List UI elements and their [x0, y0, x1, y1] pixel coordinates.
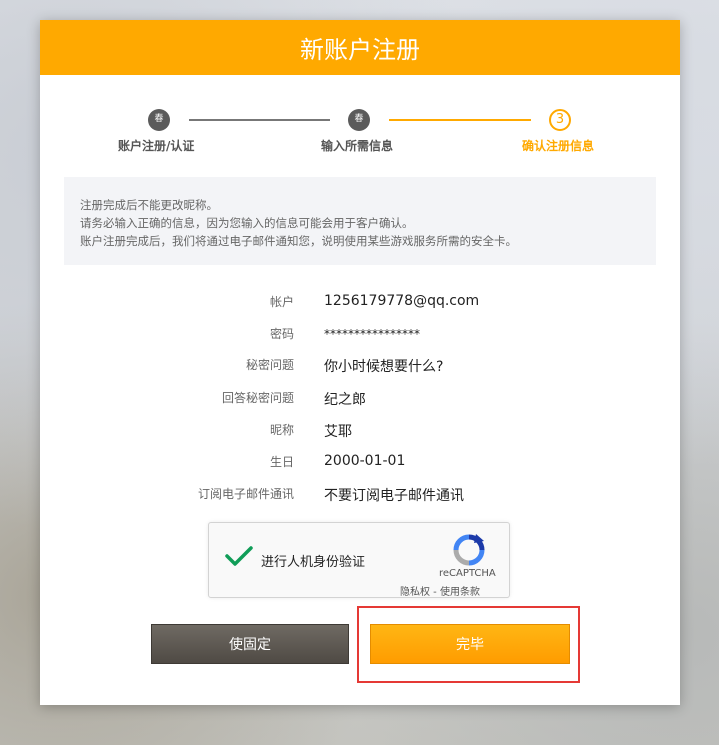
registration-panel: 新账户注册 春 账户注册/认证 春 输入所需信息 3 确认注册信息 注册完成后不…: [40, 20, 680, 705]
notice-line: 账户注册完成后，我们将通过电子邮件通知您，说明使用某些游戏服务所需的安全卡。: [80, 234, 517, 248]
field-row-birthday: 生日 2000-01-01: [40, 453, 680, 477]
step-2-label: 输入所需信息: [321, 139, 394, 153]
notice-line: 请务必输入正确的信息，因为您输入的信息可能会用于客户确认。: [80, 216, 414, 230]
notice-box: 注册完成后不能更改昵称。 请务必输入正确的信息，因为您输入的信息可能会用于客户确…: [64, 177, 656, 265]
step-1-label: 账户注册/认证: [118, 139, 195, 153]
field-row-newsletter: 订阅电子邮件通讯 不要订阅电子邮件通讯: [40, 485, 680, 509]
field-label: 密码: [269, 327, 294, 341]
step-2-checked-icon: 春: [348, 109, 370, 131]
page-title: 新账户注册: [40, 20, 680, 75]
checkmark-icon[interactable]: [225, 545, 253, 567]
step-connector-2: [389, 119, 531, 121]
field-value: 2000-01-01: [324, 453, 406, 469]
recaptcha-brand: reCAPTCHA: [439, 568, 496, 579]
step-connector-1: [189, 119, 330, 121]
field-value: 艾耶: [324, 424, 352, 440]
link-separator: -: [430, 587, 440, 598]
field-row-secret-answer: 回答秘密问题 纪之郎: [40, 389, 680, 413]
field-row-secret-question: 秘密问题 你小时候想要什么?: [40, 356, 680, 380]
step-1-checked-icon: 春: [148, 109, 170, 131]
recaptcha-widget[interactable]: 进行人机身份验证 reCAPTCHA 隐私权 - 使用条款: [208, 522, 510, 598]
field-label: 帐户: [269, 295, 294, 309]
field-value: 纪之郎: [324, 392, 366, 408]
field-row-password: 密码 ****************: [40, 325, 680, 349]
field-label: 生日: [269, 455, 294, 469]
step-3-label: 确认注册信息: [522, 139, 595, 153]
recaptcha-label: 进行人机身份验证: [261, 555, 366, 570]
field-label: 昵称: [269, 423, 294, 437]
field-row-nickname: 昵称 艾耶: [40, 421, 680, 445]
field-label: 回答秘密问题: [221, 391, 294, 405]
field-value: 不要订阅电子邮件通讯: [324, 488, 464, 504]
privacy-link[interactable]: 隐私权: [400, 587, 430, 598]
field-value: 你小时候想要什么?: [324, 359, 444, 375]
recaptcha-links: 隐私权 - 使用条款: [400, 583, 480, 598]
notice-line: 注册完成后不能更改昵称。: [80, 198, 218, 212]
recaptcha-logo-icon: [453, 534, 485, 566]
field-value: 1256179778@qq.com: [324, 293, 480, 309]
step-3-number-icon: 3: [549, 109, 571, 131]
field-label: 秘密问题: [245, 358, 294, 372]
field-label: 订阅电子邮件通讯: [197, 487, 294, 501]
back-button[interactable]: 使固定: [151, 624, 349, 664]
highlight-box: [357, 606, 580, 683]
terms-link[interactable]: 使用条款: [440, 587, 480, 598]
field-row-account: 帐户 1256179778@qq.com: [40, 293, 680, 317]
field-value: ****************: [324, 327, 420, 341]
